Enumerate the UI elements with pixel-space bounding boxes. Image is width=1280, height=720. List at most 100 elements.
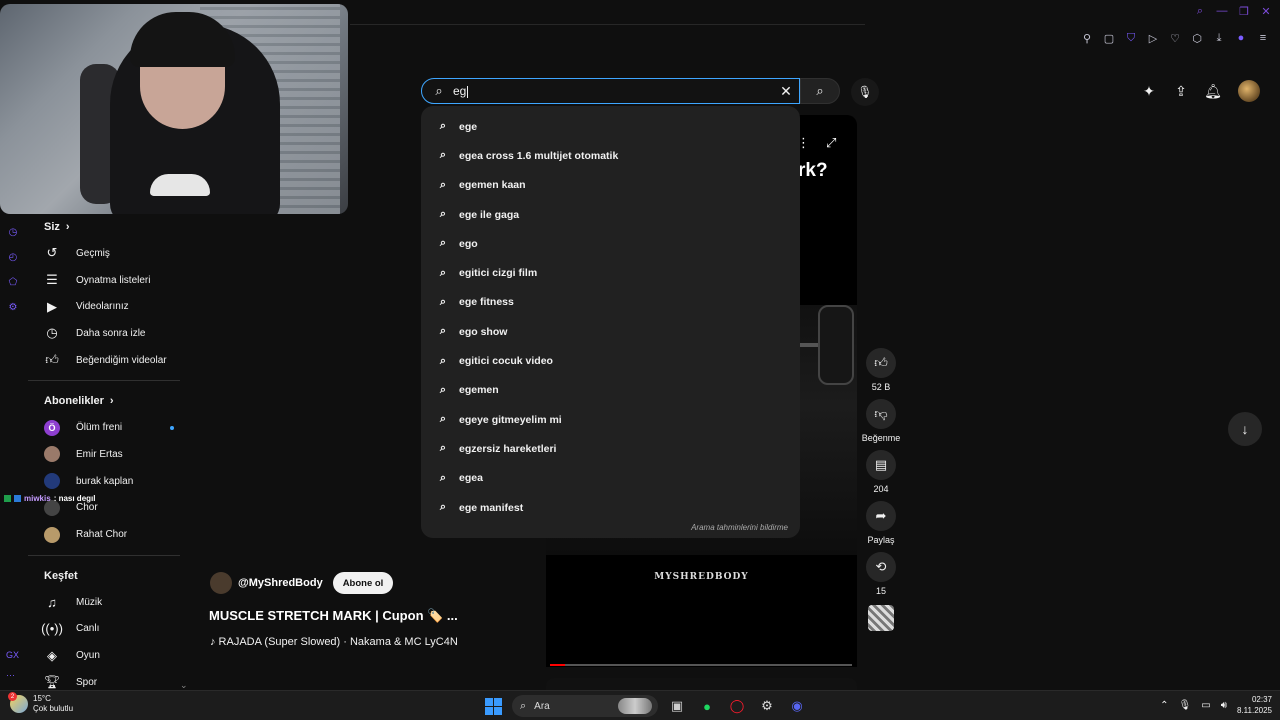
subscribe-button[interactable]: Abone ol — [332, 572, 394, 594]
video-icon: ▶ — [47, 298, 57, 314]
chevron-up-icon[interactable]: ⌃ — [1160, 700, 1168, 711]
search-button[interactable]: ⌕ — [800, 78, 840, 104]
search-suggestion-item[interactable]: ⌕ egemen kaan — [421, 171, 800, 200]
search-icon: ⌕ — [439, 354, 447, 367]
you-section-title[interactable]: Siz › — [28, 214, 188, 240]
sidebar-item-subscription[interactable]: burak kaplan — [28, 468, 188, 495]
volume-icon[interactable]: 🔊︎ — [1221, 700, 1227, 711]
sidebar-item-playlists[interactable]: ☰ Oynatma listeleri — [28, 267, 188, 294]
sound-thumbnail[interactable] — [868, 605, 894, 631]
search-suggestion-item[interactable]: ⌕ ego show — [421, 317, 800, 346]
search-suggestion-item[interactable]: ⌕ egitici cocuk video — [421, 346, 800, 375]
clear-search-icon[interactable]: ✕ — [779, 83, 793, 99]
search-input[interactable]: ⌕ eg ✕ — [421, 78, 800, 104]
task-view-icon[interactable]: ▣ — [666, 695, 688, 717]
video-progress-bar[interactable] — [550, 664, 852, 666]
live-icon: ((•)) — [41, 621, 63, 637]
windows-start-icon[interactable] — [482, 695, 504, 717]
search-icon[interactable]: ⌕ — [1194, 5, 1206, 17]
sidebar-item-music[interactable]: ♫ Müzik — [28, 589, 188, 616]
fullscreen-icon[interactable]: ⤢ — [826, 135, 836, 151]
search-suggestion-item[interactable]: ⌕ egea cross 1.6 multijet otomatik — [421, 141, 800, 170]
download-icon[interactable]: ⤓ — [1212, 31, 1226, 45]
search-suggestion-item[interactable]: ⌕ egemen — [421, 376, 800, 405]
cube-icon[interactable]: ⬡ — [1190, 31, 1204, 45]
spotify-icon[interactable]: ● — [696, 695, 718, 717]
profile-icon[interactable]: ● — [1234, 31, 1248, 45]
search-suggestion-item[interactable]: ⌕ egzersiz hareketleri — [421, 434, 800, 463]
opera-gx-icon[interactable]: ◯ — [726, 695, 748, 717]
more-icon[interactable]: ··· — [6, 670, 19, 680]
share-button[interactable]: ➦ — [866, 501, 896, 531]
shield-icon[interactable]: ⛉ — [1124, 31, 1138, 45]
sidebar-item-subscription[interactable]: Rahat Chor — [28, 521, 188, 548]
app-icon[interactable]: ⚙ — [756, 695, 778, 717]
extension-icon[interactable]: ✦ — [1140, 82, 1158, 100]
search-suggestion-item[interactable]: ⌕ ege fitness — [421, 288, 800, 317]
window-controls: ⌕ — ❐ ✕ — [1194, 5, 1272, 18]
video-title[interactable]: MUSCLE STRETCH MARK | Cupon 🏷️ ... — [209, 608, 458, 624]
search-suggestion-item[interactable]: ⌕ egitici cizgi film — [421, 258, 800, 287]
pin-icon[interactable]: ⚲ — [1080, 31, 1094, 45]
play-icon[interactable]: ▷ — [1146, 31, 1160, 45]
music-info[interactable]: ♪ RAJADA (Super Slowed) · Nakama & MC Ly… — [210, 636, 458, 648]
display-icon[interactable]: ▭ — [1201, 700, 1210, 711]
gx-icon[interactable]: GX — [6, 650, 19, 660]
minimize-icon[interactable]: — — [1216, 5, 1228, 17]
restore-icon[interactable]: ❐ — [1238, 5, 1250, 18]
comment-button[interactable]: ▤ — [866, 450, 896, 480]
weather-widget[interactable]: 2 15°C Çok bulutlu — [8, 692, 73, 714]
sidebar-item-history[interactable]: ↺ Geçmiş — [28, 240, 188, 267]
search-suggestion-item[interactable]: ⌕ egeye gitmeyelim mi — [421, 405, 800, 434]
screenshot-icon[interactable]: ▢ — [1102, 31, 1116, 45]
search-suggestion-item[interactable]: ⌕ ego — [421, 229, 800, 258]
sidebar-item-subscription[interactable]: Ö Ölüm freni — [28, 414, 188, 441]
bell-icon[interactable]: 🔔︎ — [1204, 82, 1222, 100]
next-video-preview[interactable] — [546, 678, 857, 690]
taskbar-search[interactable]: ⌕ Ara — [512, 695, 658, 717]
share-icon: ➦ — [875, 508, 887, 523]
heart-icon[interactable]: ♡ — [1168, 31, 1182, 45]
close-icon[interactable]: ✕ — [1260, 5, 1272, 18]
remix-button[interactable]: ⟲ — [866, 552, 896, 582]
avatar[interactable] — [210, 572, 232, 594]
settings-rail-icon[interactable]: ⚙ — [6, 300, 20, 314]
dislike-button[interactable]: 👎︎ — [866, 399, 896, 429]
avatar[interactable] — [1238, 80, 1260, 102]
search-suggestion-item[interactable]: ⌕ ege manifest — [421, 493, 800, 522]
sidebar-item-live[interactable]: ((•)) Canlı — [28, 616, 188, 643]
upload-icon[interactable]: ⇪ — [1172, 82, 1190, 100]
sidebar-item-subscription[interactable]: Emir Ertas — [28, 441, 188, 468]
voice-search-button[interactable]: 🎙︎ — [851, 78, 879, 106]
report-predictions-link[interactable]: Arama tahminlerini bildirme — [691, 523, 788, 532]
like-button[interactable]: 👍︎ — [866, 348, 896, 378]
sidebar-item-gaming[interactable]: ◈ Oyun — [28, 642, 188, 669]
sidebar-item-your-videos[interactable]: ▶ Videolarınız — [28, 293, 188, 320]
channel-info: @MyShredBody Abone ol — [210, 572, 394, 594]
subscriptions-section-title[interactable]: Abonelikler › — [28, 388, 188, 414]
next-video-button[interactable]: ↓ — [1228, 412, 1262, 446]
search-suggestion-item[interactable]: ⌕ ege — [421, 112, 800, 141]
search-suggestion-item[interactable]: ⌕ ege ile gaga — [421, 200, 800, 229]
menu-icon[interactable]: ≡ — [1256, 31, 1270, 45]
suggestion-text: ege fitness — [459, 296, 514, 309]
suggestion-text: egemen kaan — [459, 179, 526, 192]
sidebar-item-watch-later[interactable]: ◷ Daha sonra izle — [28, 320, 188, 347]
taskbar-search-label: Ara — [534, 700, 550, 712]
sidebar-item-label: Emir Ertas — [76, 448, 123, 460]
left-rail: ◷ ◴ ⬠ ⚙ — [6, 225, 20, 314]
discord-icon[interactable]: ◉ — [786, 695, 808, 717]
gaming-icon: ◈ — [47, 647, 57, 663]
clock[interactable]: 02:37 8.11.2025 — [1237, 694, 1272, 716]
clock-rail-icon[interactable]: ◷ — [6, 225, 20, 239]
clock-icon: ◷ — [46, 325, 58, 341]
trophy-icon: 🏆︎ — [43, 674, 61, 690]
microphone-icon[interactable]: 🎙︎ — [1179, 700, 1192, 711]
weather-icon: 2 — [8, 692, 28, 713]
search-suggestion-item[interactable]: ⌕ egea — [421, 464, 800, 493]
cube-rail-icon[interactable]: ⬠ — [6, 275, 20, 289]
history-rail-icon[interactable]: ◴ — [6, 250, 20, 264]
sidebar-item-liked[interactable]: 👍︎ Beğendiğim videolar — [28, 347, 188, 374]
channel-name[interactable]: @MyShredBody — [238, 577, 323, 589]
text-caret — [467, 85, 469, 98]
